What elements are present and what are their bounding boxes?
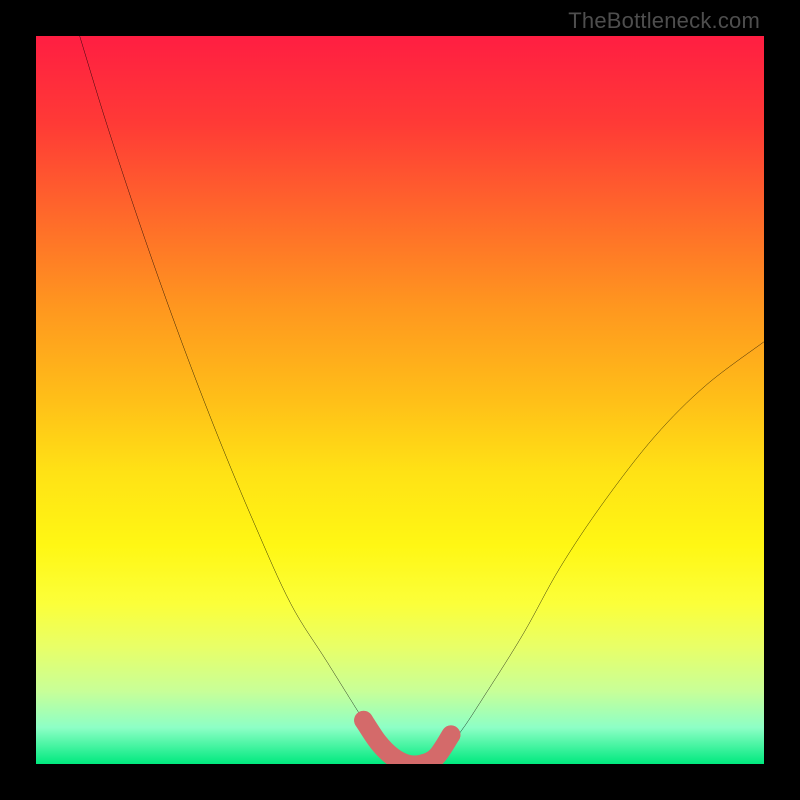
chart-frame: TheBottleneck.com <box>0 0 800 800</box>
optimal-zone-endpoint <box>441 725 460 744</box>
watermark-text: TheBottleneck.com <box>568 8 760 34</box>
optimal-zone-highlight <box>364 720 451 764</box>
optimal-zone-endpoint <box>354 711 373 730</box>
bottleneck-curve <box>80 36 764 764</box>
curve-svg <box>36 36 764 764</box>
plot-area <box>36 36 764 764</box>
